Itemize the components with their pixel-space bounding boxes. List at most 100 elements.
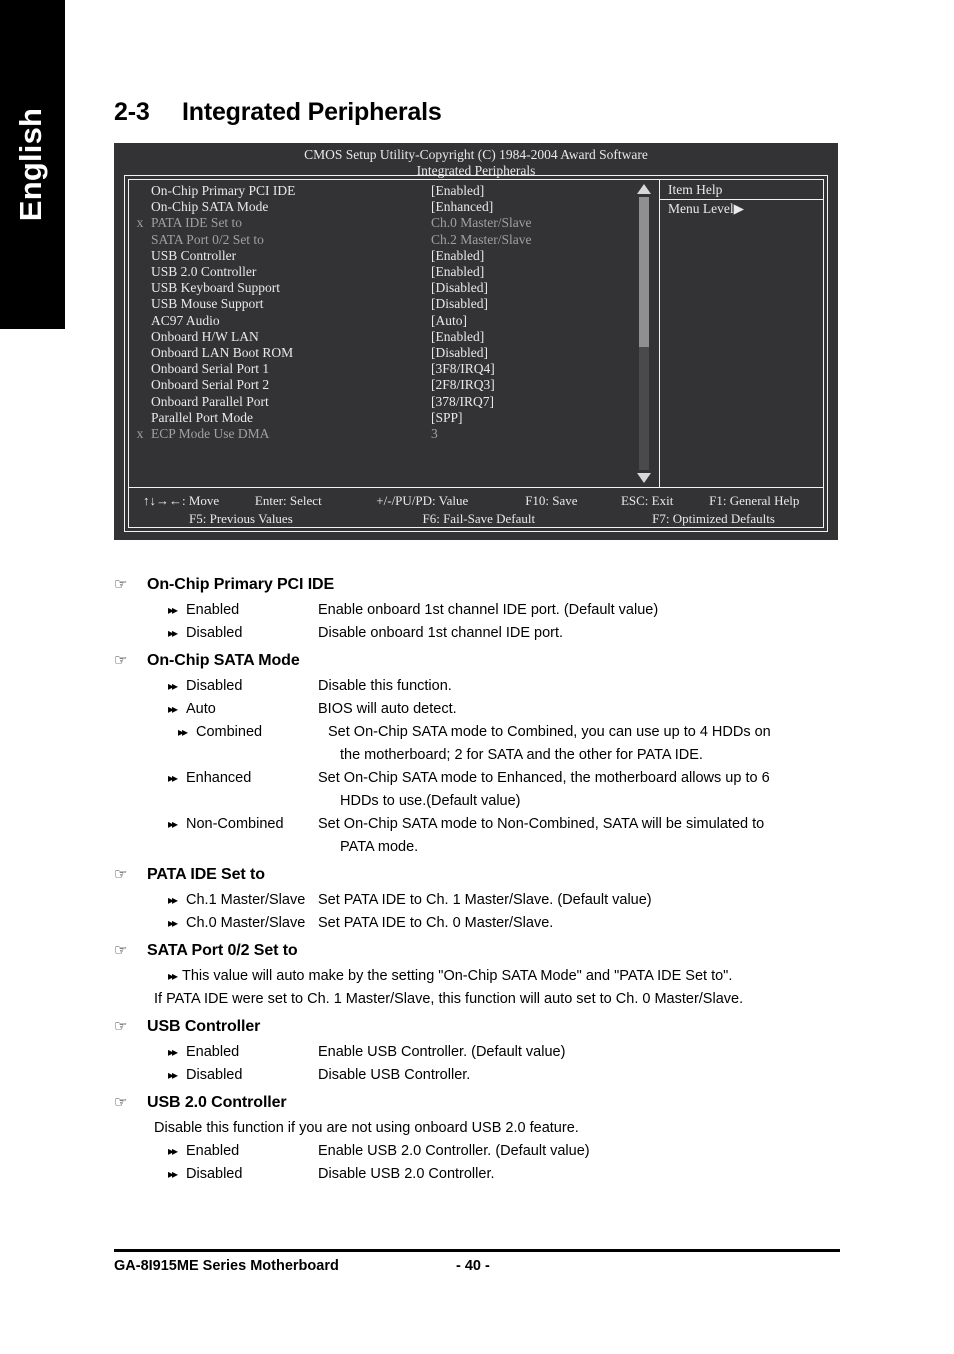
description-option-text-continuation: HDDs to use.(Default value) <box>340 793 521 809</box>
bios-setting-row[interactable]: Parallel Port Mode [SPP] <box>129 410 634 426</box>
bios-settings-list: On-Chip Primary PCI IDE [Enabled] On-Chip … <box>129 180 634 487</box>
description-heading-text: SATA Port 0/2 Set to <box>147 942 298 959</box>
scroll-up-arrow-icon[interactable] <box>637 184 651 194</box>
description-option-label: Disabled <box>186 1166 243 1182</box>
description-option-label: Disabled <box>186 1067 243 1083</box>
description-option-text: BIOS will auto detect. <box>318 701 457 717</box>
bios-setting-disabled-marker: x <box>136 215 144 231</box>
bios-setting-row[interactable]: AC97 Audio [Auto] <box>129 313 634 329</box>
description-block: ☞ USB 2.0 Controller Disable this function… <box>114 1088 854 1186</box>
bios-setting-disabled-marker <box>129 280 151 296</box>
scrollbar-thumb[interactable] <box>639 197 649 348</box>
double-arrow-icon: ▸▸ <box>168 1144 178 1158</box>
description-note: Disable this function if you are not usi… <box>154 1120 579 1136</box>
description-option-text: Disable this function. <box>318 678 452 694</box>
bios-setting-name: USB Controller <box>151 247 237 263</box>
key-move: ↑↓→←: Move <box>143 493 220 508</box>
bios-setting-row[interactable]: x ECP Mode Use DMA 3 <box>129 426 634 442</box>
bios-setting-value[interactable]: [Auto] <box>431 313 634 329</box>
footer-row: GA-8I915ME Series Motherboard - 40 - <box>114 1252 840 1274</box>
bios-setting-name: Onboard LAN Boot ROM <box>151 345 294 361</box>
bios-setting-row[interactable]: On-Chip Primary PCI IDE [Enabled] <box>129 183 634 199</box>
description-option-label: Enabled <box>186 1044 240 1060</box>
bios-setting-name: Onboard Parallel Port <box>151 393 269 409</box>
description-heading: ☞ USB Controller <box>114 1012 854 1041</box>
key-value: +/-/PU/PD: Value <box>376 493 469 508</box>
bios-setting-value[interactable]: [2F8/IRQ3] <box>431 377 634 393</box>
bios-scrollbar[interactable] <box>635 182 653 485</box>
description-heading: ☞ SATA Port 0/2 Set to <box>114 936 854 965</box>
description-option-label: Disabled <box>186 678 243 694</box>
bios-setting-value[interactable]: [Enabled] <box>431 248 634 264</box>
bios-setting-value[interactable]: 3 <box>431 426 634 442</box>
bios-setting-row[interactable]: USB 2.0 Controller [Enabled] <box>129 264 634 280</box>
bios-setting-disabled-marker <box>129 264 151 280</box>
bios-setting-value[interactable]: [Disabled] <box>431 296 634 312</box>
pointing-hand-icon: ☞ <box>114 576 128 593</box>
bios-setting-value[interactable]: [Enabled] <box>431 183 634 199</box>
bios-setting-name: PATA IDE Set to <box>151 215 243 231</box>
bios-setting-value[interactable]: Ch.2 Master/Slave <box>431 232 634 248</box>
bios-setup-screen: CMOS Setup Utility-Copyright (C) 1984-20… <box>114 143 838 540</box>
bios-setting-name: ECP Mode Use DMA <box>151 426 270 442</box>
bios-setting-row[interactable]: SATA Port 0/2 Set to Ch.2 Master/Slave <box>129 232 634 248</box>
pointing-hand-icon: ☞ <box>114 1094 128 1111</box>
section-number: 2-3 <box>114 98 150 126</box>
bios-setting-row[interactable]: x PATA IDE Set to Ch.0 Master/Slave <box>129 215 634 231</box>
bios-setting-row[interactable]: Onboard LAN Boot ROM [Disabled] <box>129 345 634 361</box>
bios-setting-row[interactable]: USB Controller [Enabled] <box>129 248 634 264</box>
description-option: ▸▸ Enhanced Set On-Chip SATA mode to Enhan… <box>114 767 854 790</box>
bios-setting-disabled-marker <box>129 361 151 377</box>
double-arrow-icon: ▸▸ <box>168 916 178 930</box>
bios-setting-value[interactable]: [Enabled] <box>431 264 634 280</box>
bios-setting-value[interactable]: Ch.0 Master/Slave <box>431 215 634 231</box>
bios-setting-row[interactable]: USB Mouse Support [Disabled] <box>129 296 634 312</box>
description-block: ☞ On-Chip SATA Mode ▸▸ Disabled Disable this… <box>114 646 854 859</box>
description-option-continuation: If PATA IDE were set to Ch. 1 Master/Sla… <box>154 991 744 1007</box>
bios-setting-disabled-marker <box>129 183 151 199</box>
description-option-text: Disable onboard 1st channel IDE port. <box>318 625 564 641</box>
bios-setting-name: On-Chip Primary PCI IDE <box>151 183 296 198</box>
page-footer: GA-8I915ME Series Motherboard - 40 - <box>114 1249 840 1274</box>
bios-setting-row[interactable]: Onboard H/W LAN [Enabled] <box>129 329 634 345</box>
bios-setting-row[interactable]: USB Keyboard Support [Disabled] <box>129 280 634 296</box>
description-option-text: Disable USB 2.0 Controller. <box>318 1166 495 1182</box>
bios-setting-value[interactable]: [Disabled] <box>431 280 634 296</box>
bios-setting-row[interactable]: On-Chip SATA Mode [Enhanced] <box>129 199 634 215</box>
scrollbar-track[interactable] <box>639 197 649 470</box>
description-option: ▸▸ Disabled Disable this function. <box>114 675 854 698</box>
language-tab: English <box>0 0 65 329</box>
bios-setting-disabled-marker <box>129 410 151 426</box>
description-option: ▸▸ Combined Set On-Chip SATA mode to Combi… <box>114 721 854 744</box>
description-option-text: Set On-Chip SATA mode to Enhanced, the m… <box>318 770 770 786</box>
bios-setting-value[interactable]: [3F8/IRQ4] <box>431 361 634 377</box>
double-arrow-icon: ▸▸ <box>168 702 178 716</box>
bios-setting-disabled-marker <box>129 377 151 393</box>
key-legend-row-2: F5: Previous Values F6: Fail-Save Defaul… <box>129 510 823 528</box>
bios-body: On-Chip Primary PCI IDE [Enabled] On-Chip … <box>129 180 823 487</box>
description-option: ▸▸ Disabled Disable USB Controller. <box>114 1064 854 1087</box>
description-heading: ☞ PATA IDE Set to <box>114 860 854 889</box>
description-option-label: Enhanced <box>186 770 252 786</box>
bios-frame-inner: On-Chip Primary PCI IDE [Enabled] On-Chip … <box>128 179 824 528</box>
description-option: ▸▸ Disabled Disable onboard 1st channel ID… <box>114 622 854 645</box>
key-f6-fail-save-default: F6: Fail-Save Default <box>422 510 536 526</box>
pointing-hand-icon: ☞ <box>114 652 128 669</box>
bios-setting-name: USB Mouse Support <box>151 296 264 312</box>
bios-setting-row[interactable]: Onboard Parallel Port [378/IRQ7] <box>129 394 634 410</box>
bios-setting-disabled-marker <box>129 394 151 410</box>
bios-setting-value[interactable]: [SPP] <box>431 410 634 426</box>
description-block: ☞ SATA Port 0/2 Set to ▸▸ This value will a… <box>114 936 854 1011</box>
bios-frame-outer: On-Chip Primary PCI IDE [Enabled] On-Chip … <box>124 175 828 532</box>
bios-setting-row[interactable]: Onboard Serial Port 2 [2F8/IRQ3] <box>129 377 634 393</box>
key-f1-general-help: F1: General Help <box>709 493 800 508</box>
bios-setting-value[interactable]: [Enabled] <box>431 329 634 345</box>
bios-setting-value[interactable]: [Enhanced] <box>431 199 634 215</box>
bios-setting-value[interactable]: [378/IRQ7] <box>431 394 634 410</box>
bios-setting-row[interactable]: Onboard Serial Port 1 [3F8/IRQ4] <box>129 361 634 377</box>
pointing-hand-icon: ☞ <box>114 1018 128 1035</box>
page-title: 2-3 Integrated Peripherals <box>114 98 442 127</box>
bios-setting-value[interactable]: [Disabled] <box>431 345 634 361</box>
scroll-down-arrow-icon[interactable] <box>637 473 651 483</box>
description-heading-text: On-Chip SATA Mode <box>147 652 300 669</box>
